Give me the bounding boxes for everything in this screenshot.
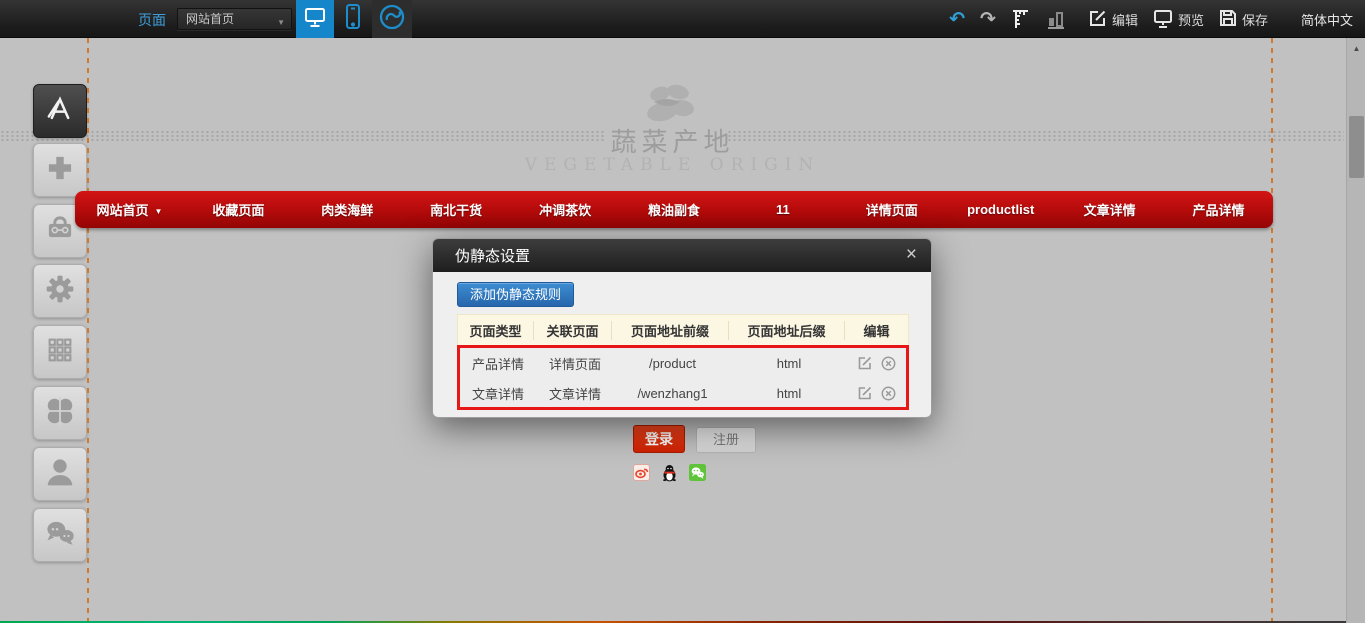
column-header-url-suffix: 页面地址后缀: [729, 321, 845, 340]
nav-item-meat-seafood[interactable]: 肉类海鲜: [293, 200, 402, 219]
delete-row-icon[interactable]: [881, 386, 896, 401]
left-guide-line: [87, 38, 89, 623]
nav-item-detail-page[interactable]: 详情页面: [837, 200, 946, 219]
row-actions: [847, 356, 906, 371]
save-floppy-icon: [1219, 9, 1237, 30]
redo-icon[interactable]: ↷: [980, 8, 996, 31]
cell-url-suffix: html: [731, 356, 847, 371]
editor-root: 页面 网站首页 ▼ ↶ ↷: [0, 0, 1365, 623]
rules-highlight-box: 产品详情 详情页面 /product html 文章详情 文章详情 /wenzh…: [457, 345, 909, 410]
vertical-scrollbar[interactable]: ▲: [1346, 38, 1365, 623]
cell-page-type: 产品详情: [460, 354, 536, 373]
page-selector-dropdown[interactable]: 网站首页 ▼: [177, 8, 292, 30]
nav-item-tea-drinks[interactable]: 冲调茶饮: [511, 200, 620, 219]
column-header-linked-page: 关联页面: [534, 321, 612, 340]
wechat-icon[interactable]: [689, 464, 706, 482]
stats-icon[interactable]: [1046, 9, 1066, 29]
nav-item-favorites[interactable]: 收藏页面: [184, 200, 293, 219]
edit-row-icon[interactable]: [858, 386, 872, 400]
mobile-view-button[interactable]: [338, 0, 368, 38]
column-header-page-type: 页面类型: [458, 321, 534, 340]
top-toolbar: 页面 网站首页 ▼ ↶ ↷: [0, 0, 1365, 38]
dialog-title: 伪静态设置: [455, 245, 530, 266]
page-label: 页面: [138, 10, 166, 30]
nav-item-dry-goods[interactable]: 南北干货: [402, 200, 511, 219]
add-rule-button[interactable]: 添加伪静态规则: [457, 282, 574, 307]
preview-button[interactable]: 预览: [1153, 8, 1204, 31]
preview-monitor-icon: [1153, 8, 1173, 31]
qq-icon[interactable]: [661, 464, 678, 482]
delete-row-icon[interactable]: [881, 356, 896, 371]
dialog-header[interactable]: 伪静态设置 ×: [433, 239, 931, 272]
edit-button[interactable]: 编辑: [1089, 9, 1138, 30]
cell-linked-page: 详情页面: [536, 354, 614, 373]
ruler-icon[interactable]: [1011, 8, 1031, 30]
weibo-icon[interactable]: [633, 464, 650, 482]
edit-pencil-icon: [1089, 9, 1107, 30]
cell-url-prefix: /product: [614, 356, 731, 371]
site-logo-subtitle: VEGETABLE ORIGIN: [0, 155, 1345, 175]
page-selector-value: 网站首页: [186, 12, 234, 26]
cell-url-prefix: /wenzhang1: [614, 386, 731, 401]
scrollbar-thumb[interactable]: [1349, 116, 1364, 178]
sidebar-item-settings[interactable]: [33, 264, 87, 318]
nav-item-article-detail[interactable]: 文章详情: [1055, 200, 1164, 219]
nav-item-productlist[interactable]: productlist: [946, 202, 1055, 217]
undo-icon[interactable]: ↶: [949, 8, 965, 31]
close-icon[interactable]: ×: [906, 244, 917, 266]
preview-label: 预览: [1178, 10, 1204, 29]
gear-icon: [40, 269, 80, 314]
site-navbar: 网站首页▼ 收藏页面 肉类海鲜 南北干货 冲调茶饮 粮油副食 11 详情页面 p…: [75, 191, 1273, 228]
nav-item-home[interactable]: 网站首页▼: [75, 200, 184, 219]
chat-bubbles-icon: [40, 513, 80, 558]
toolbar-actions: ↶ ↷ 编辑: [949, 0, 1353, 38]
cell-linked-page: 文章详情: [536, 384, 614, 403]
chevron-down-icon: ▼: [277, 13, 285, 33]
chevron-down-icon: ▼: [155, 207, 163, 216]
rules-table-header: 页面类型 关联页面 页面地址前缀 页面地址后缀 编辑: [457, 314, 909, 346]
desktop-view-button[interactable]: [296, 0, 334, 38]
sidebar-item-plugins[interactable]: [33, 386, 87, 440]
table-row: 文章详情 文章详情 /wenzhang1 html: [460, 378, 906, 408]
cell-page-type: 文章详情: [460, 384, 536, 403]
edit-row-icon[interactable]: [858, 356, 872, 370]
toolbox-icon: [40, 209, 80, 254]
pseudo-static-settings-dialog: 伪静态设置 × 添加伪静态规则 页面类型 关联页面 页面地址前缀 页面地址后缀 …: [432, 238, 932, 418]
social-login-icons: [633, 464, 706, 482]
rotate-swirl-icon: [378, 3, 406, 36]
language-switcher[interactable]: 简体中文: [1301, 10, 1353, 29]
sidebar-item-apps[interactable]: [33, 84, 87, 138]
site-logo-title: 蔬菜产地: [0, 122, 1345, 159]
app-store-icon: [40, 89, 80, 134]
user-icon: [40, 452, 80, 497]
nav-item-11[interactable]: 11: [728, 202, 837, 217]
scroll-up-icon[interactable]: ▲: [1347, 44, 1365, 53]
nav-item-grain-oil[interactable]: 粮油副食: [620, 200, 729, 219]
register-button[interactable]: 注册: [696, 427, 756, 453]
column-header-url-prefix: 页面地址前缀: [612, 321, 729, 340]
sidebar-item-modules[interactable]: [33, 325, 87, 379]
desktop-icon: [303, 5, 327, 34]
save-button[interactable]: 保存: [1219, 9, 1268, 30]
plus-icon: [40, 148, 80, 193]
sidebar-item-chat[interactable]: [33, 508, 87, 562]
sidebar-item-add[interactable]: [33, 143, 87, 197]
grid-icon: [40, 330, 80, 375]
right-guide-line: [1271, 38, 1273, 623]
sidebar-item-members[interactable]: [33, 447, 87, 501]
login-button[interactable]: 登录: [633, 425, 685, 453]
row-actions: [847, 386, 906, 401]
mobile-icon: [343, 3, 363, 36]
column-header-edit: 编辑: [845, 321, 908, 340]
save-label: 保存: [1242, 10, 1268, 29]
table-row: 产品详情 详情页面 /product html: [460, 348, 906, 378]
cell-url-suffix: html: [731, 386, 847, 401]
clover-icon: [40, 391, 80, 436]
edit-label: 编辑: [1112, 10, 1138, 29]
rotate-view-button[interactable]: [372, 0, 412, 38]
nav-item-product-detail[interactable]: 产品详情: [1164, 200, 1273, 219]
